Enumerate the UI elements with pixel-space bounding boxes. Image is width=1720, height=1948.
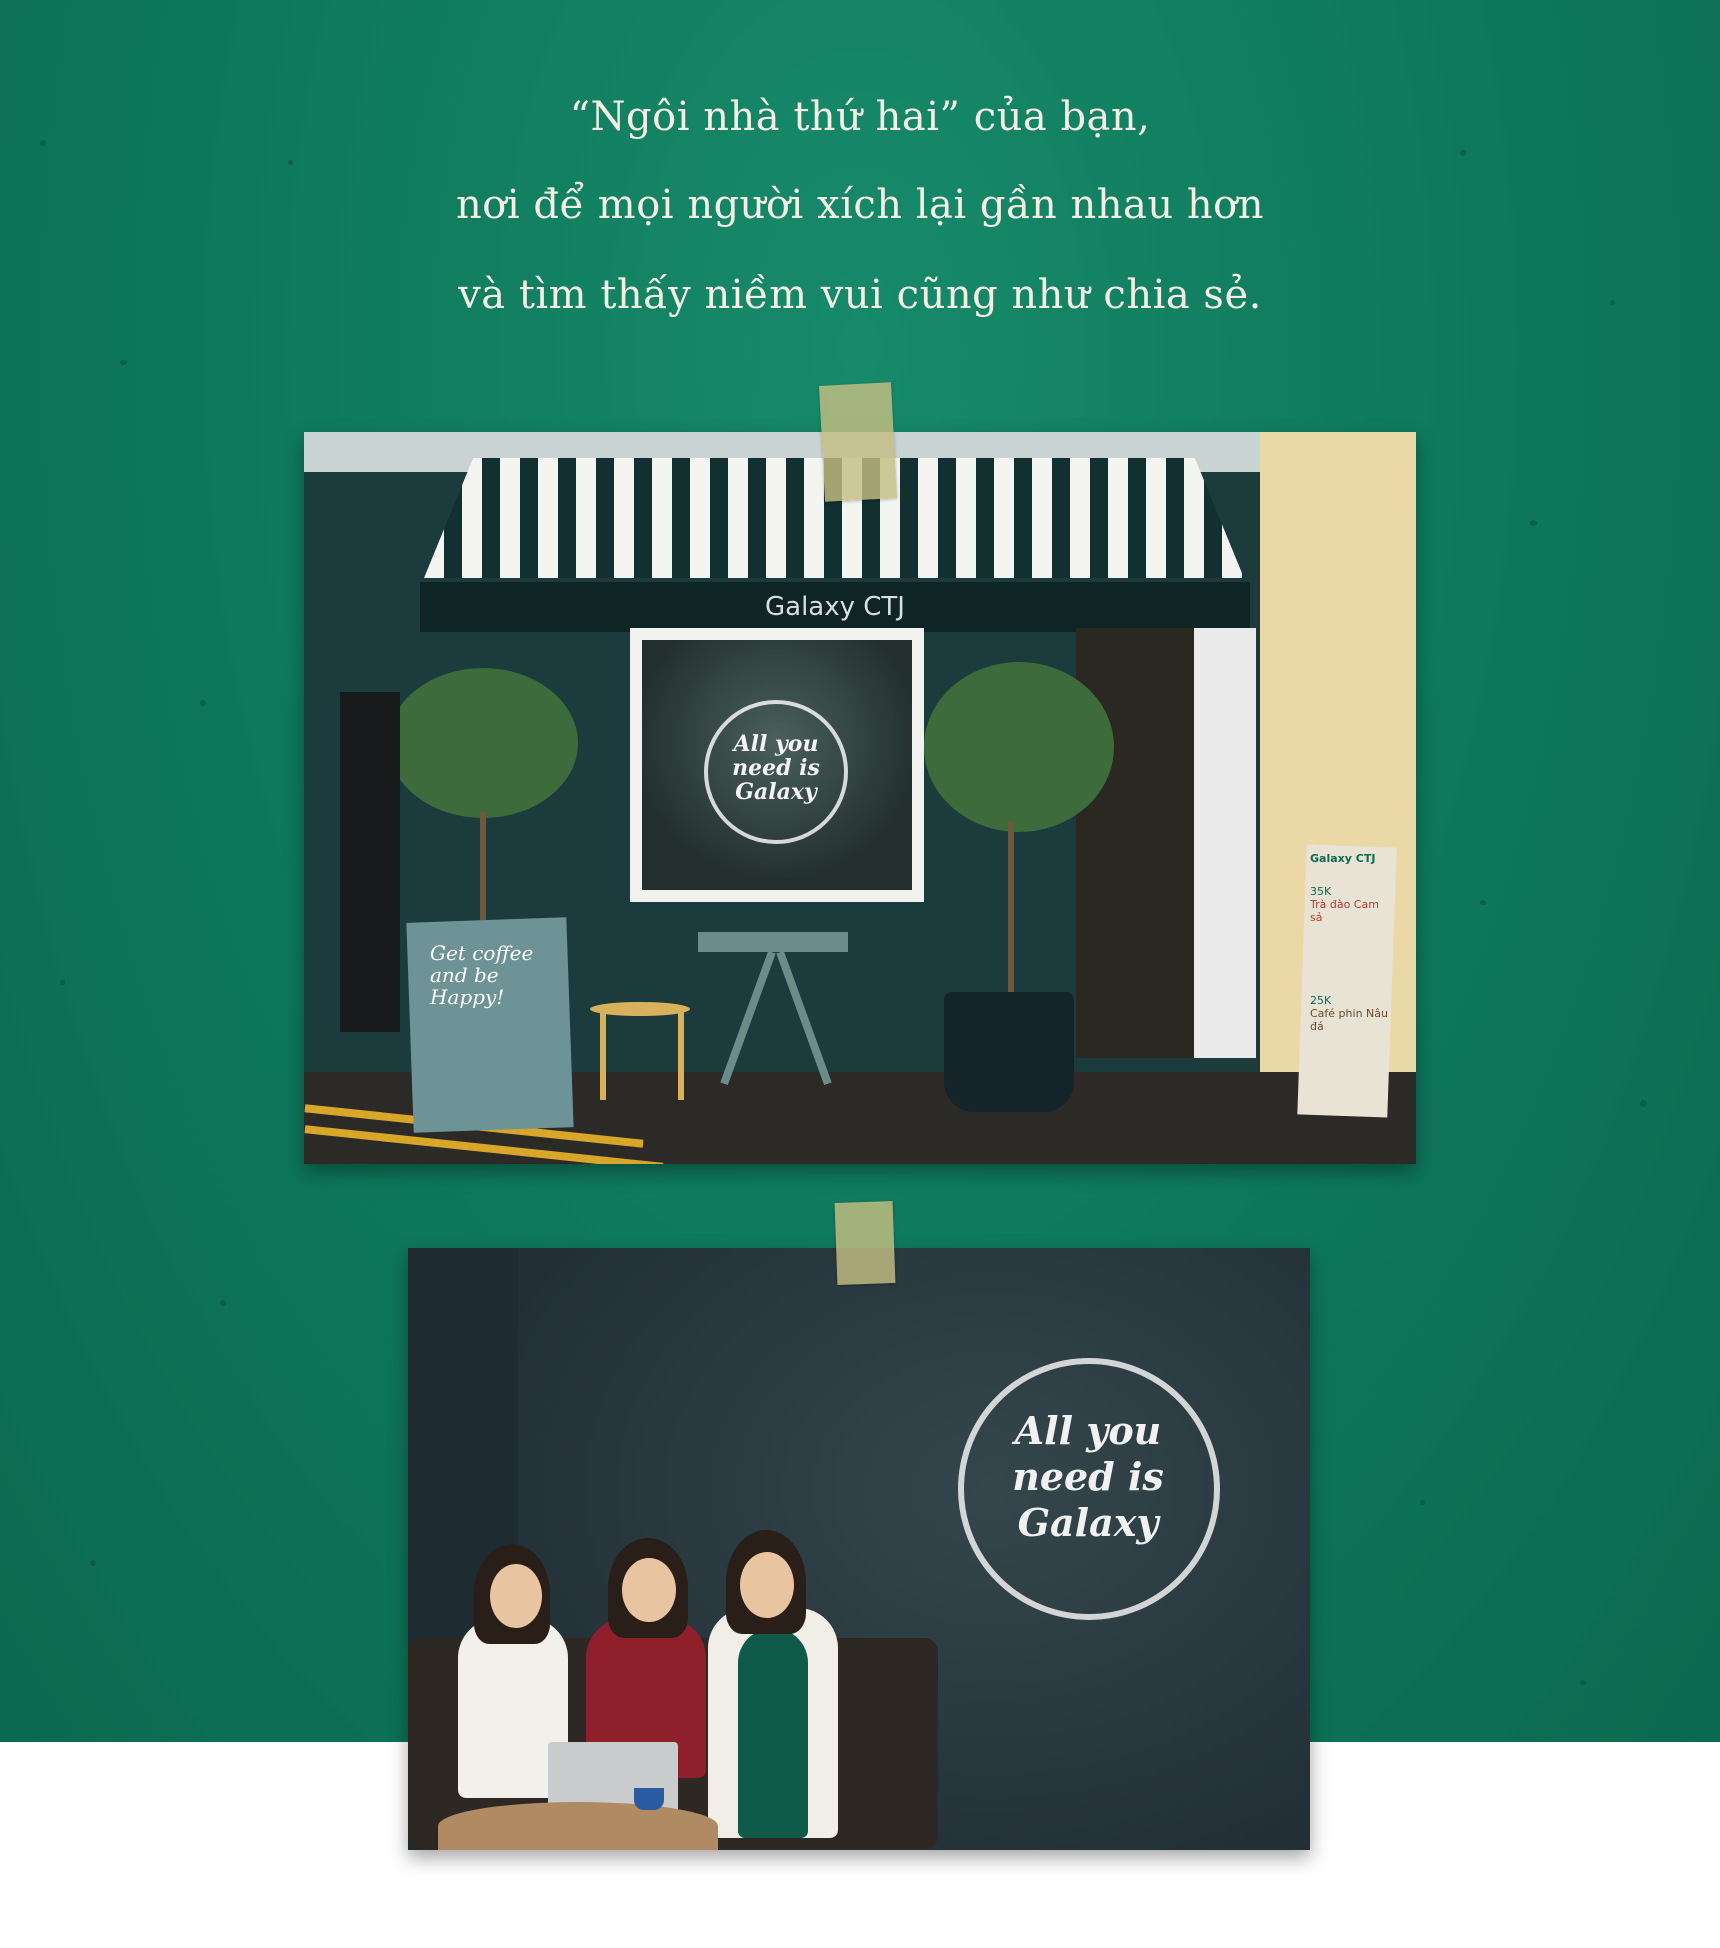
cafe-table (698, 932, 848, 952)
person-right-top (738, 1628, 808, 1838)
speck (1610, 300, 1615, 305)
stool-leg (600, 1010, 606, 1100)
right-sign-price-2: 25K (1310, 994, 1332, 1007)
open-door (1194, 628, 1256, 1058)
speck (40, 140, 46, 146)
speck (1580, 1680, 1586, 1685)
tape-bottom (834, 1201, 896, 1285)
right-sign-price-1: 35K (1310, 885, 1332, 898)
stool-leg (678, 1010, 684, 1100)
sidewalk-sign-left-text: Get coffee and be Happy! (430, 941, 534, 1009)
tree-right-trunk (1008, 822, 1014, 1002)
speck (1420, 1500, 1425, 1505)
plant-pot (944, 992, 1074, 1112)
tree-right-foliage (924, 662, 1114, 832)
tree-left-foliage (388, 668, 578, 818)
coffee-cup (634, 1788, 664, 1810)
wall-logo-text: All you need is Galaxy (1012, 1408, 1164, 1545)
speck (90, 1560, 96, 1566)
speck (1530, 520, 1537, 526)
speck (200, 700, 206, 706)
storefront-photo: Galaxy CTJ All you need is Galaxy Get co… (304, 432, 1416, 1164)
speck (220, 1300, 226, 1306)
person-right-face (740, 1552, 794, 1618)
speck (1640, 1100, 1647, 1107)
speck (288, 160, 293, 165)
window-logo-text: All you need is Galaxy (732, 731, 820, 805)
person-left-face (490, 1564, 542, 1628)
person-middle-face (622, 1558, 676, 1622)
parking-meter (340, 692, 400, 1032)
awning-brand-text: Galaxy CTJ (765, 592, 905, 622)
sidewalk-sign-right-text: Galaxy CTJ 35K Trà đào Cam sả 25K Café p… (1310, 852, 1390, 1033)
quote-line-3: và tìm thấy niềm vui cũng như chia sẻ. (458, 272, 1262, 318)
speck (1480, 900, 1486, 905)
right-sign-item-1: Trà đào Cam sả (1310, 898, 1379, 924)
right-sign-item-2: Café phin Nâu đá (1310, 1007, 1388, 1033)
quote-line-2: nơi để mọi người xích lại gần nhau hơn (456, 182, 1264, 228)
coffee-table (438, 1802, 718, 1850)
speck (1460, 150, 1466, 156)
quote-line-1: “Ngôi nhà thứ hai” của bạn, (569, 94, 1151, 140)
speck (60, 980, 65, 985)
cafe-interior-photo: All you need is Galaxy (408, 1248, 1310, 1850)
right-sign-brand: Galaxy CTJ (1310, 852, 1376, 865)
speck (120, 360, 127, 365)
tape-top (819, 382, 897, 502)
